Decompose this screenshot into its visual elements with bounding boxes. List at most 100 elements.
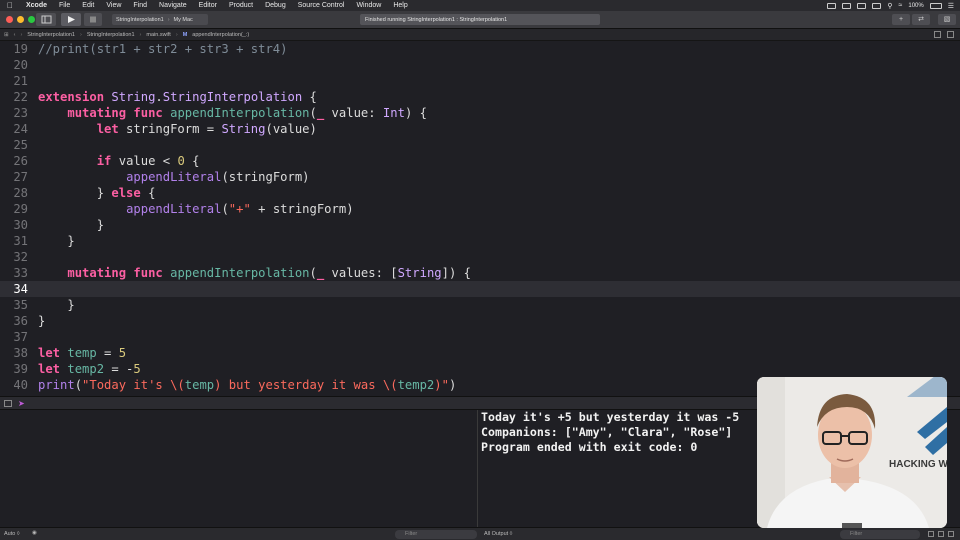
output-scope-select[interactable]: All Output ◊: [484, 531, 512, 537]
variables-filter-input[interactable]: Filter: [395, 530, 477, 539]
code-token: 0: [177, 154, 185, 168]
source-editor[interactable]: 19 //print(str1 + str2 + str3 + str4) 20 21…: [0, 41, 960, 396]
webcam-overlay: HACKING W: [757, 377, 947, 528]
chevron-right-icon: ›: [175, 31, 178, 38]
code-line[interactable]: 35 }: [0, 297, 960, 313]
code-text: print("Today it's \(temp) but yesterday …: [38, 377, 456, 393]
screen-mirror-icon[interactable]: [827, 2, 837, 9]
split-right-icon[interactable]: [948, 531, 954, 537]
apple-logo-icon[interactable]: : [0, 1, 20, 10]
code-token: let: [96, 122, 119, 136]
back-icon[interactable]: ‹: [14, 32, 16, 38]
menu-window[interactable]: Window: [350, 2, 387, 9]
volume-icon[interactable]: [872, 2, 882, 9]
line-number: 19: [13, 42, 28, 56]
line-number: 22: [13, 90, 28, 104]
scheme-selector[interactable]: StringInterpolation1 › My Mac: [112, 14, 208, 25]
code-line[interactable]: 30 }: [0, 217, 960, 233]
editor-options-icon[interactable]: [934, 31, 941, 38]
breadcrumb-file[interactable]: main.swift: [146, 32, 170, 38]
split-left-icon[interactable]: [938, 531, 944, 537]
wifi-icon[interactable]: ≈: [899, 2, 903, 9]
code-token: appendLiteral: [126, 202, 222, 216]
variables-scope-select[interactable]: Auto ◊: [4, 531, 20, 537]
minimize-window-icon[interactable]: [17, 16, 24, 23]
debug-location-icon[interactable]: ➤: [18, 399, 25, 408]
profile-icon[interactable]: [842, 2, 852, 9]
breadcrumb-symbol[interactable]: appendInterpolation(_:): [192, 32, 249, 38]
code-token: (: [309, 106, 317, 120]
menu-list-icon[interactable]: ☰: [948, 2, 954, 10]
menu-source-control[interactable]: Source Control: [292, 2, 351, 9]
line-number: 39: [13, 362, 28, 376]
menu-editor[interactable]: Editor: [193, 2, 223, 9]
zoom-window-icon[interactable]: [28, 16, 35, 23]
console-filter-input[interactable]: Filter: [840, 530, 920, 539]
run-button[interactable]: [61, 13, 81, 26]
code-review-button[interactable]: ⇄: [912, 14, 930, 25]
menu-navigate[interactable]: Navigate: [153, 2, 193, 9]
menu-view[interactable]: View: [100, 2, 127, 9]
console-line: Program ended with exit code: 0: [481, 440, 698, 454]
library-button[interactable]: +: [892, 14, 910, 25]
code-line[interactable]: 32: [0, 249, 960, 265]
code-token: }: [38, 234, 75, 248]
navigator-toggle-button[interactable]: [36, 13, 56, 26]
code-line[interactable]: 36}: [0, 313, 960, 329]
code-token: "Today it's \(: [82, 378, 185, 392]
code-line[interactable]: 29 appendLiteral("+" + stringForm): [0, 201, 960, 217]
code-line[interactable]: 27 appendLiteral(stringForm): [0, 169, 960, 185]
menu-app-name[interactable]: Xcode: [20, 2, 53, 9]
menu-debug[interactable]: Debug: [259, 2, 292, 9]
add-editor-icon[interactable]: [947, 31, 954, 38]
code-token: appendInterpolation: [170, 266, 310, 280]
code-line[interactable]: 21: [0, 73, 960, 89]
code-text: mutating func appendInterpolation(_ valu…: [38, 105, 427, 121]
code-line[interactable]: 23 mutating func appendInterpolation(_ v…: [0, 105, 960, 121]
breadcrumb-folder[interactable]: StringInterpolation1: [87, 32, 135, 38]
related-items-icon[interactable]: ⊞: [4, 32, 9, 38]
battery-icon[interactable]: [929, 2, 942, 9]
code-line[interactable]: 19 //print(str1 + str2 + str3 + str4): [0, 41, 960, 57]
code-line[interactable]: 25: [0, 137, 960, 153]
code-line[interactable]: 39 let temp2 = -5: [0, 361, 960, 377]
code-token: ): [448, 378, 457, 392]
code-line[interactable]: 26 if value < 0 {: [0, 153, 960, 169]
stop-button[interactable]: [84, 13, 102, 26]
code-line[interactable]: 38 let temp = 5: [0, 345, 960, 361]
menu-help[interactable]: Help: [387, 2, 413, 9]
code-line[interactable]: 33 mutating func appendInterpolation(_ v…: [0, 265, 960, 281]
code-line[interactable]: 34: [0, 281, 960, 297]
menu-find[interactable]: Find: [127, 2, 153, 9]
code-token: 5: [118, 346, 127, 360]
keyboard-icon[interactable]: [857, 2, 867, 9]
code-line[interactable]: 28 } else {: [0, 185, 960, 201]
trash-icon[interactable]: [928, 531, 934, 537]
close-window-icon[interactable]: [6, 16, 13, 23]
code-text: }: [38, 233, 75, 249]
code-line[interactable]: 37: [0, 329, 960, 345]
menu-edit[interactable]: Edit: [76, 2, 100, 9]
activity-status: Finished running StringInterpolation1 : …: [360, 14, 600, 25]
code-line[interactable]: 22 extension String.StringInterpolation {: [0, 89, 960, 105]
spotlight-icon[interactable]: ⚲: [887, 2, 892, 10]
inspector-toggle-button[interactable]: ▧: [938, 14, 956, 25]
code-token: (: [74, 378, 83, 392]
code-line[interactable]: 20: [0, 57, 960, 73]
line-number: 31: [13, 234, 28, 248]
code-token: StringInterpolation: [162, 90, 303, 104]
code-token: stringForm =: [118, 122, 222, 136]
menu-product[interactable]: Product: [223, 2, 259, 9]
hide-debug-area-icon[interactable]: [4, 400, 12, 407]
quick-look-icon[interactable]: ◉: [32, 530, 37, 536]
code-token: =: [96, 346, 119, 360]
code-line[interactable]: 31 }: [0, 233, 960, 249]
breadcrumb-project[interactable]: StringInterpolation1: [27, 32, 75, 38]
code-token: }: [38, 314, 46, 328]
code-text: extension String.StringInterpolation {: [38, 89, 317, 105]
forward-icon[interactable]: ›: [20, 32, 22, 38]
code-line[interactable]: 24 let stringForm = String(value): [0, 121, 960, 137]
menu-file[interactable]: File: [53, 2, 76, 9]
code-token: if: [96, 154, 112, 168]
